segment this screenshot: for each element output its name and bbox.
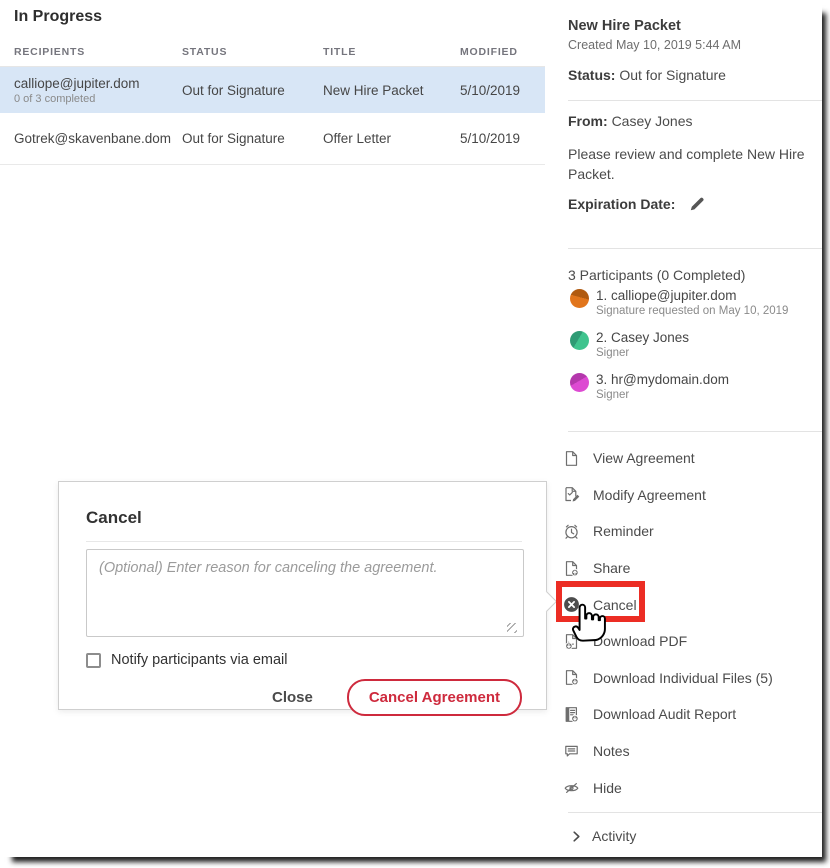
expiration-line: Expiration Date: — [568, 195, 818, 212]
agreement-message: Please review and complete New Hire Pack… — [568, 144, 820, 185]
column-header-title[interactable]: TITLE — [323, 46, 460, 58]
action-label: View Agreement — [593, 450, 695, 466]
adobe-sign-manage-page: In Progress RECIPIENTS STATUS TITLE MODI… — [0, 0, 830, 868]
agreements-list: In Progress RECIPIENTS STATUS TITLE MODI… — [0, 0, 545, 165]
row-recipient: calliope@jupiter.dom — [14, 76, 182, 91]
page-title: In Progress — [14, 8, 545, 26]
textarea-resize-handle[interactable] — [507, 623, 517, 633]
row-title: Offer Letter — [323, 131, 460, 146]
action-label: Reminder — [593, 523, 654, 539]
action-label: Cancel — [593, 597, 637, 613]
notify-checkbox[interactable] — [86, 653, 101, 668]
reminder-icon — [563, 523, 580, 540]
action-label: Modify Agreement — [593, 487, 706, 503]
notify-checkbox-label: Notify participants via email — [111, 652, 288, 668]
row-modified: 5/10/2019 — [460, 83, 545, 98]
table-row[interactable]: Gotrek@skavenbane.dom Out for Signature … — [0, 113, 545, 165]
column-header-modified[interactable]: MODIFIED — [460, 46, 545, 58]
participant-name: 1. calliope@jupiter.dom — [596, 288, 788, 303]
action-view-agreement[interactable]: View Agreement — [563, 440, 822, 477]
edit-pencil-icon[interactable] — [689, 195, 706, 212]
action-modify-agreement[interactable]: Modify Agreement — [563, 477, 822, 514]
action-label: Download Individual Files (5) — [593, 670, 773, 686]
action-cancel[interactable]: Cancel — [563, 586, 822, 623]
cancel-dialog: Cancel Notify participants via email Clo… — [58, 481, 547, 710]
table-row[interactable]: calliope@jupiter.dom 0 of 3 completed Ou… — [0, 67, 545, 113]
download-audit-report-icon — [563, 706, 580, 723]
participant-row: 3. hr@mydomain.dom Signer — [570, 372, 822, 401]
divider — [568, 100, 822, 101]
column-header-recipients[interactable]: RECIPIENTS — [14, 46, 182, 58]
participant-status: Signature requested on May 10, 2019 — [596, 305, 788, 317]
activity-label: Activity — [592, 828, 636, 844]
action-download-audit-report[interactable]: Download Audit Report — [563, 696, 822, 733]
status-value: Out for Signature — [619, 67, 726, 83]
participants-heading: 3 Participants (0 Completed) — [568, 267, 818, 283]
expiration-label: Expiration Date: — [568, 196, 675, 212]
participant-name: 2. Casey Jones — [596, 330, 689, 345]
divider — [568, 248, 822, 249]
activity-expander[interactable]: Activity — [570, 828, 636, 844]
action-notes[interactable]: Notes — [563, 733, 822, 770]
modify-agreement-icon — [563, 486, 580, 503]
row-recipient: Gotrek@skavenbane.dom — [14, 131, 182, 146]
action-label: Download Audit Report — [593, 706, 736, 722]
from-label: From: — [568, 113, 608, 129]
participant-row: 1. calliope@jupiter.dom Signature reques… — [570, 288, 822, 317]
action-download-pdf[interactable]: Download PDF — [563, 623, 822, 660]
action-download-individual-files[interactable]: Download Individual Files (5) — [563, 660, 822, 697]
action-label: Download PDF — [593, 633, 687, 649]
status-label: Status: — [568, 67, 615, 83]
participant-status: Signer — [596, 389, 729, 401]
chevron-right-icon — [570, 830, 583, 843]
participant-avatar — [570, 289, 589, 308]
participant-status: Signer — [596, 347, 689, 359]
action-label: Notes — [593, 743, 630, 759]
row-title: New Hire Packet — [323, 83, 460, 98]
action-hide[interactable]: Hide — [563, 769, 822, 806]
hide-icon — [563, 779, 580, 796]
agreement-actions: View Agreement Modify Agreement R — [563, 440, 822, 806]
column-header-status[interactable]: STATUS — [182, 46, 323, 58]
agreement-from-line: From: Casey Jones — [568, 113, 818, 129]
participant-avatar — [570, 331, 589, 350]
agreement-detail-panel: New Hire Packet Created May 10, 2019 5:4… — [552, 0, 822, 857]
close-button[interactable]: Close — [272, 689, 313, 706]
row-status: Out for Signature — [182, 131, 323, 146]
screenshot-sheet: In Progress RECIPIENTS STATUS TITLE MODI… — [0, 0, 822, 857]
agreement-title: New Hire Packet — [568, 18, 818, 34]
share-icon — [563, 560, 580, 577]
agreement-status-line: Status: Out for Signature — [568, 67, 818, 83]
dialog-title: Cancel — [86, 508, 522, 528]
row-modified: 5/10/2019 — [460, 131, 545, 146]
participant-row: 2. Casey Jones Signer — [570, 330, 822, 359]
notes-icon — [563, 743, 580, 760]
divider — [568, 431, 822, 432]
download-pdf-icon — [563, 633, 580, 650]
action-reminder[interactable]: Reminder — [563, 513, 822, 550]
row-recipient-progress: 0 of 3 completed — [14, 93, 182, 105]
participant-name: 3. hr@mydomain.dom — [596, 372, 729, 387]
divider — [86, 541, 522, 542]
action-label: Hide — [593, 780, 622, 796]
cancel-agreement-button[interactable]: Cancel Agreement — [347, 679, 522, 716]
action-label: Share — [593, 560, 630, 576]
cancel-icon — [563, 596, 580, 613]
row-status: Out for Signature — [182, 83, 323, 98]
agreement-created-date: Created May 10, 2019 5:44 AM — [568, 38, 818, 52]
divider — [568, 812, 822, 813]
download-individual-files-icon — [563, 669, 580, 686]
cancel-reason-input[interactable] — [86, 549, 524, 637]
participant-avatar — [570, 373, 589, 392]
from-value: Casey Jones — [612, 113, 693, 129]
action-share[interactable]: Share — [563, 550, 822, 587]
table-header-row: RECIPIENTS STATUS TITLE MODIFIED — [0, 43, 545, 67]
view-agreement-icon — [563, 450, 580, 467]
